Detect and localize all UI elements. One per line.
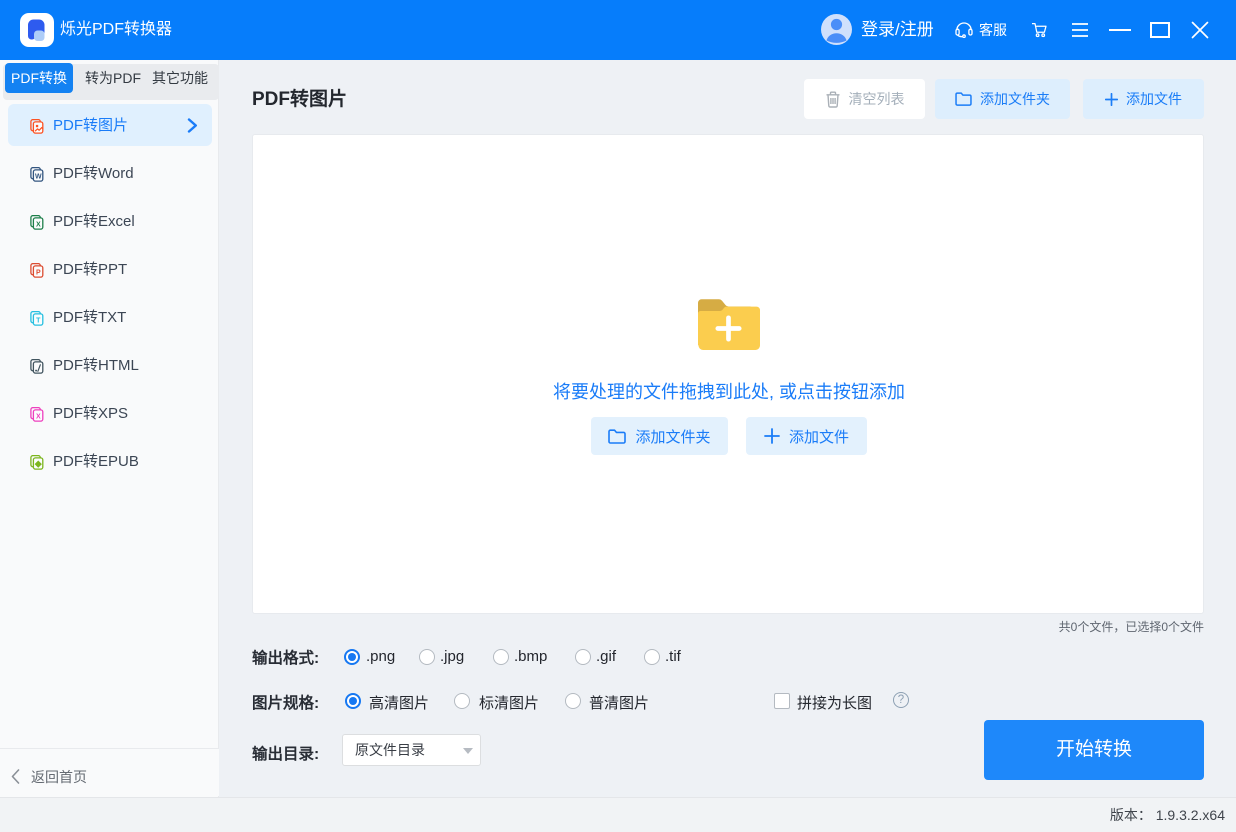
svg-text:◆: ◆ xyxy=(34,459,43,468)
svg-text:X: X xyxy=(36,413,41,420)
svg-text:T: T xyxy=(36,317,41,324)
svg-text:X: X xyxy=(36,221,41,228)
svg-text:W: W xyxy=(35,173,42,180)
svg-text:P: P xyxy=(36,269,41,276)
